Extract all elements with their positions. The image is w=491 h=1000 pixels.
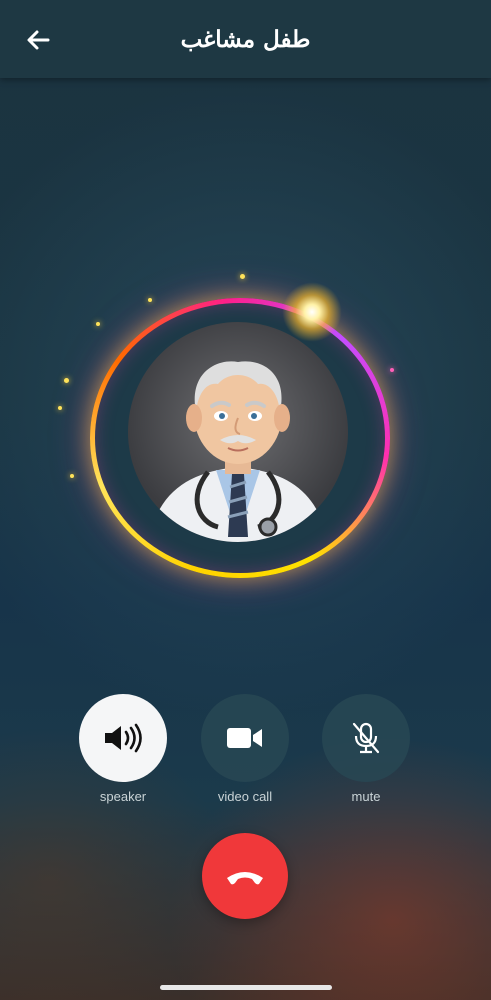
speaker-icon xyxy=(105,723,142,753)
sparkle xyxy=(390,368,394,372)
mute-control: mute xyxy=(321,694,411,804)
end-call-button[interactable] xyxy=(202,833,288,919)
speaker-button[interactable] xyxy=(79,694,167,782)
doctor-avatar xyxy=(128,322,348,542)
caller-avatar xyxy=(58,260,420,580)
mute-label: mute xyxy=(351,789,381,804)
sparkle xyxy=(96,322,100,326)
sparkle xyxy=(148,298,152,302)
speaker-control: speaker xyxy=(78,694,168,804)
mute-button[interactable] xyxy=(322,694,410,782)
sparkle xyxy=(64,378,69,383)
home-indicator xyxy=(160,985,332,990)
sparkle xyxy=(58,406,62,410)
video-call-control: video call xyxy=(200,694,290,804)
app-header: طفل مشاغب xyxy=(0,0,491,78)
sparkle xyxy=(240,274,245,279)
video-call-button[interactable] xyxy=(201,694,289,782)
microphone-muted-icon xyxy=(352,722,380,754)
speaker-label: speaker xyxy=(99,789,147,804)
sparkle xyxy=(70,474,74,478)
video-camera-icon xyxy=(227,728,262,748)
lens-flare xyxy=(282,282,342,342)
video-call-label: video call xyxy=(217,789,273,804)
page-title: طفل مشاغب xyxy=(180,26,311,53)
phone-hangup-icon xyxy=(227,872,263,885)
call-controls: speaker video call mute xyxy=(0,694,491,804)
doctor-illustration xyxy=(148,361,328,542)
